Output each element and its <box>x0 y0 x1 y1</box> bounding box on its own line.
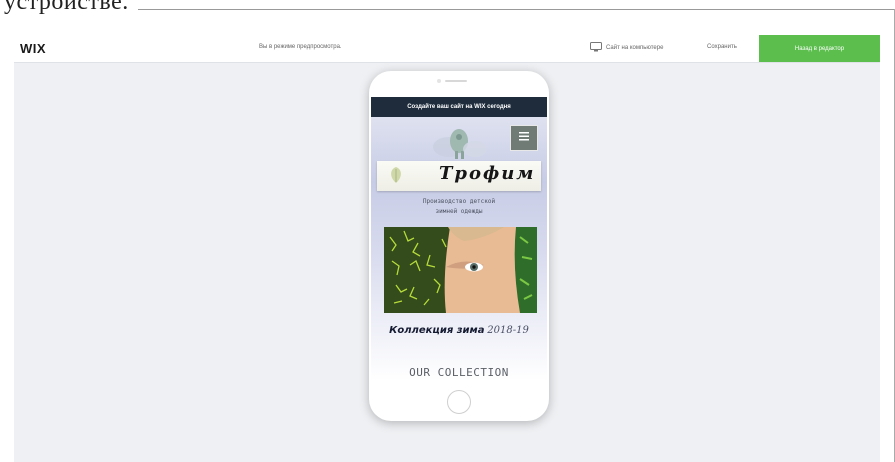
document-text: устройстве. <box>4 0 129 15</box>
phone-speaker <box>445 80 467 82</box>
desktop-view-toggle[interactable]: Сайт на компьютере <box>590 42 663 54</box>
phone-home-button[interactable] <box>447 390 471 414</box>
collection-year: 2018-19 <box>487 325 529 336</box>
hero-image-child-portrait[interactable] <box>384 227 537 313</box>
preview-mode-notice: Вы в режиме предпросмотра. <box>259 44 342 50</box>
brand-name: Трофим <box>439 163 536 184</box>
back-to-editor-button[interactable]: Назад в редактор <box>759 35 880 62</box>
save-button[interactable]: Сохранить <box>707 44 737 50</box>
leaf-icon <box>387 165 405 185</box>
phone-camera <box>437 79 441 83</box>
wix-preview-frame: WIX Вы в режиме предпросмотра. Сайт на к… <box>14 35 880 462</box>
hamburger-menu-button[interactable] <box>510 125 538 151</box>
hamburger-menu-icon <box>518 129 530 147</box>
collection-title: Коллекция зима 2018-19 <box>371 325 547 336</box>
tagline: Производство детской зимней одежды <box>371 197 547 217</box>
promo-banner[interactable]: Создайте ваш сайт на WIX сегодня <box>371 97 547 117</box>
document-fragment: устройстве. <box>0 0 895 18</box>
brand-banner: Трофим <box>377 161 541 191</box>
desktop-view-label: Сайт на компьютере <box>606 45 664 51</box>
wix-topbar: WIX Вы в режиме предпросмотра. Сайт на к… <box>14 35 880 63</box>
our-collection-heading: OUR COLLECTION <box>409 366 509 379</box>
tagline-line: зимней одежды <box>435 208 483 215</box>
elephant-icon <box>431 127 487 161</box>
tagline-line: Производство детской <box>422 198 496 205</box>
phone-mockup: Создайте ваш сайт на WIX сегодня Трофим … <box>369 71 549 421</box>
mobile-site-screen[interactable]: Создайте ваш сайт на WIX сегодня Трофим … <box>371 97 547 381</box>
collection-label: Коллекция зима <box>389 325 485 336</box>
wix-logo[interactable]: WIX <box>20 41 46 56</box>
document-divider <box>138 9 895 10</box>
monitor-icon <box>590 42 606 54</box>
